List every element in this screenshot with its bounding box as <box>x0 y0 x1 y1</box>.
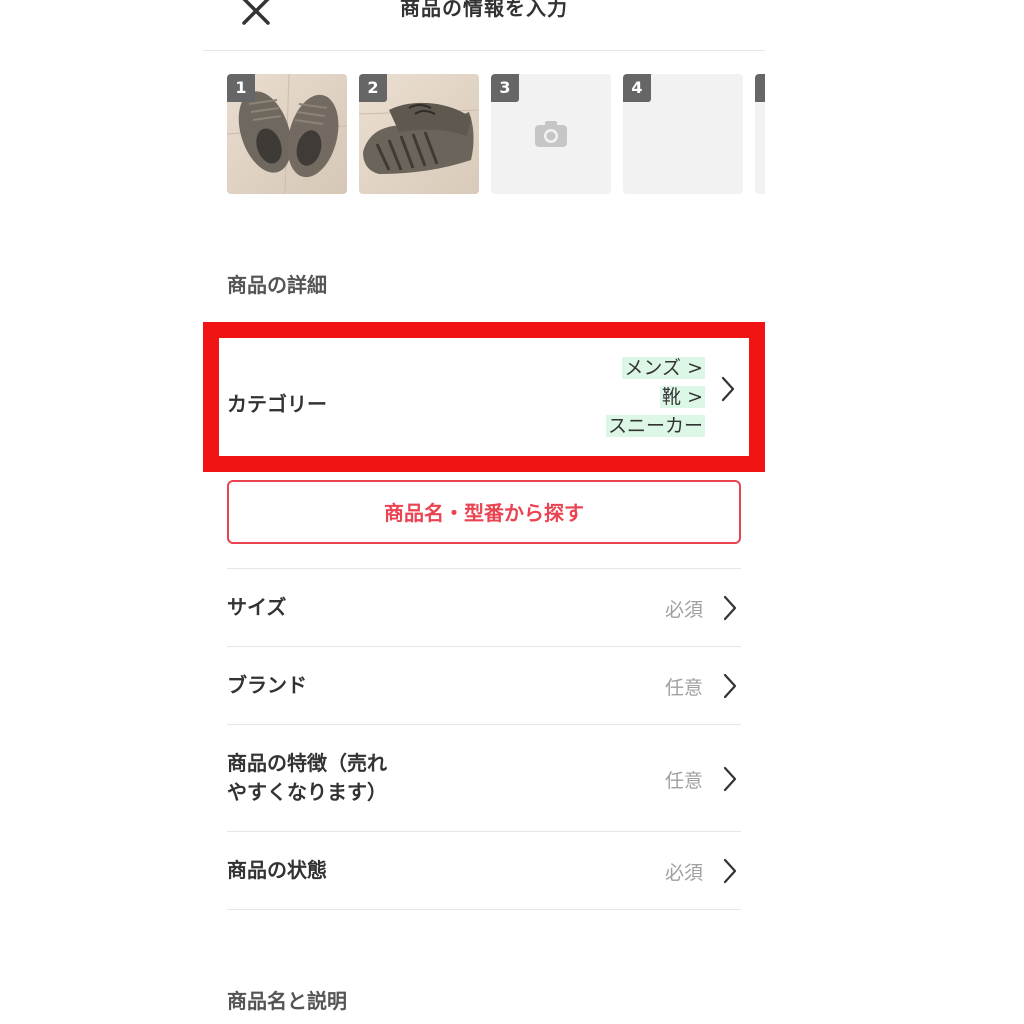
brand-row[interactable]: ブランド 任意 <box>227 646 741 724</box>
listing-screen: 商品の情報を入力 1 2 3 4 商品の詳細 カテゴリー メンズ > 靴 > ス… <box>203 0 765 1024</box>
photo-slot-2[interactable]: 2 <box>359 74 479 194</box>
photo-slot-5[interactable] <box>755 74 765 194</box>
chevron-right-icon <box>721 376 735 402</box>
photo-number-badge <box>755 74 765 102</box>
section-title-details: 商品の詳細 <box>227 273 327 297</box>
category-path-level-2: 靴 > <box>660 386 705 408</box>
photo-number-badge: 4 <box>623 74 651 102</box>
chevron-right-icon <box>723 595 737 621</box>
category-path-level-1: メンズ > <box>622 357 705 379</box>
photo-slot-4[interactable]: 4 <box>623 74 743 194</box>
photo-strip[interactable]: 1 2 3 4 <box>227 74 765 194</box>
category-path: メンズ > 靴 > スニーカー <box>605 354 705 441</box>
category-row[interactable]: カテゴリー メンズ > 靴 > スニーカー <box>203 322 765 472</box>
brand-label: ブランド <box>227 673 307 697</box>
photo-number-badge: 2 <box>359 74 387 102</box>
condition-row[interactable]: 商品の状態 必須 <box>227 831 741 909</box>
features-row[interactable]: 商品の特徴（売れ やすくなります） 任意 <box>227 724 741 831</box>
condition-required-badge: 必須 <box>664 862 703 884</box>
page-title: 商品の情報を入力 <box>400 0 568 20</box>
section-title-name-description: 商品名と説明 <box>227 989 347 1013</box>
chevron-right-icon <box>723 858 737 884</box>
photo-slot-3[interactable]: 3 <box>491 74 611 194</box>
features-label-line-1: 商品の特徴（売れ <box>227 751 387 775</box>
category-label: カテゴリー <box>227 392 327 416</box>
features-optional-badge: 任意 <box>664 770 703 792</box>
size-row[interactable]: サイズ 必須 <box>227 568 741 646</box>
features-label: 商品の特徴（売れ やすくなります） <box>227 749 387 807</box>
condition-label: 商品の状態 <box>227 858 327 882</box>
size-required-badge: 必須 <box>664 599 703 621</box>
photo-number-badge: 3 <box>491 74 519 102</box>
brand-optional-badge: 任意 <box>664 677 703 699</box>
category-path-level-3: スニーカー <box>605 415 705 437</box>
camera-icon <box>535 121 567 147</box>
header: 商品の情報を入力 <box>203 0 765 51</box>
chevron-right-icon <box>723 766 737 792</box>
chevron-right-icon <box>723 673 737 699</box>
photo-number-badge: 1 <box>227 74 255 102</box>
photo-slot-1[interactable]: 1 <box>227 74 347 194</box>
divider <box>227 909 741 910</box>
features-label-line-2: やすくなります） <box>227 780 387 804</box>
size-label: サイズ <box>227 595 287 619</box>
search-by-product-name-button[interactable]: 商品名・型番から探す <box>227 480 741 544</box>
